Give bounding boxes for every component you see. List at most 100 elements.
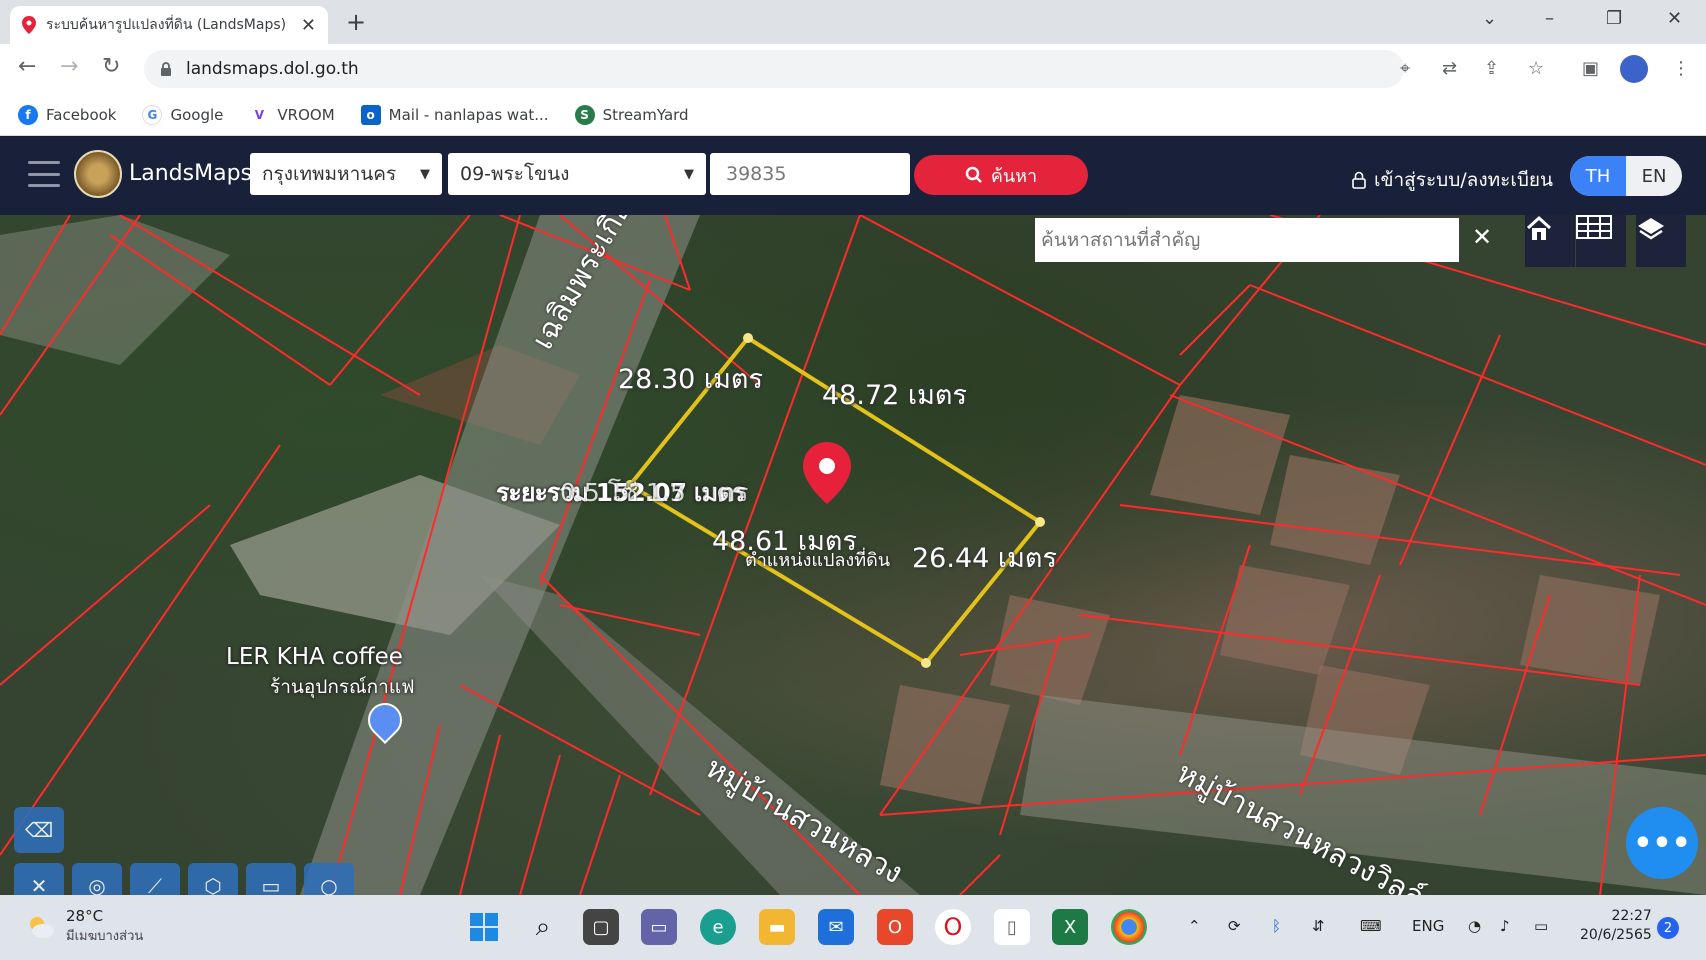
bookmark-label: Mail - nanlapas wat...	[388, 105, 549, 124]
lock-icon	[161, 61, 171, 76]
eraser-icon: ⌫	[24, 818, 54, 842]
home-button[interactable]	[1525, 215, 1575, 267]
profile-avatar[interactable]	[1620, 55, 1648, 83]
search-taskbar-icon[interactable]: ⌕	[525, 909, 561, 945]
house-roof	[1150, 395, 1290, 515]
minimize-icon[interactable]: –	[1545, 8, 1554, 29]
location-icon[interactable]: ⌖	[1400, 58, 1410, 79]
brand-name: LandsMaps	[129, 161, 252, 186]
eraser-tool-button[interactable]: ⌫	[14, 807, 64, 853]
outlook-icon: o	[360, 104, 381, 125]
partly-cloudy-icon	[30, 916, 54, 938]
translate-icon[interactable]: ⇄	[1442, 58, 1457, 79]
wifi-icon[interactable]: ◔	[1468, 917, 1481, 935]
place-search-input[interactable]	[1035, 218, 1459, 262]
rectangle-icon: ▭	[261, 874, 281, 895]
hamburger-menu-icon[interactable]	[28, 161, 60, 187]
battery-icon[interactable]: ▭	[1534, 917, 1548, 935]
new-tab-icon[interactable]: +	[346, 8, 366, 36]
bookmark-streamyard[interactable]: S StreamYard	[574, 104, 689, 125]
login-link[interactable]: เข้าสู่ระบบ/ลงทะเบียน	[1352, 165, 1553, 195]
marker-tool-button[interactable]: ◎	[72, 863, 122, 895]
search-button[interactable]: ค้นหา	[914, 155, 1088, 195]
bookmarks-bar: f Facebook G Google V VROOM o Mail - nanlapa…	[0, 94, 1706, 136]
address-bar[interactable]: landsmaps.dol.go.th	[144, 50, 1404, 88]
bookmark-facebook[interactable]: f Facebook	[18, 104, 116, 125]
house-roof	[1520, 575, 1660, 685]
side-panel-icon[interactable]: ▣	[1582, 58, 1599, 79]
measure-bottom-right: 26.44 เมตร	[912, 543, 1057, 574]
office-app-icon[interactable]: O	[877, 909, 913, 945]
volume-icon[interactable]: ♪	[1500, 917, 1510, 935]
bookmark-vroom[interactable]: V VROOM	[249, 104, 335, 125]
bookmark-label: Google	[170, 105, 224, 124]
network-activity-icon[interactable]: ⇵	[1312, 917, 1325, 935]
circle-icon: ○	[320, 874, 338, 895]
lang-th-button[interactable]: TH	[1570, 156, 1626, 196]
polygon-icon: ⬡	[204, 874, 222, 895]
bookmark-label: StreamYard	[602, 105, 689, 124]
ellipsis-icon: •••	[1633, 825, 1691, 861]
forward-icon[interactable]: →	[60, 54, 78, 79]
poi-name[interactable]: LER KHA coffee	[226, 644, 403, 670]
measure-top-right: 48.72 เมตร	[822, 380, 967, 411]
clock-time: 22:27	[1611, 908, 1652, 924]
parcel-location-label: ตำแหน่งแปลงที่ดิน	[745, 550, 891, 571]
notepad-icon[interactable]: ▯	[994, 909, 1030, 945]
layers-button[interactable]	[1636, 215, 1686, 267]
bookmark-google[interactable]: G Google	[142, 104, 224, 125]
edge-browser-icon[interactable]: e	[700, 909, 736, 945]
keyboard-icon[interactable]: ⌨	[1360, 917, 1382, 935]
opera-browser-icon[interactable]: O	[935, 909, 971, 945]
google-icon: G	[142, 104, 163, 125]
more-options-button[interactable]: •••	[1626, 807, 1698, 879]
menu-kebab-icon[interactable]: ⋮	[1672, 58, 1690, 79]
rectangle-tool-button[interactable]: ▭	[246, 863, 296, 895]
clock-date: 20/6/2565	[1580, 927, 1652, 943]
language-toggle: TH EN	[1570, 156, 1682, 196]
parcel-number-input[interactable]	[710, 153, 910, 195]
share-icon[interactable]: ⇪	[1484, 58, 1499, 79]
province-value: กรุงเทพมหานคร	[262, 163, 397, 185]
file-explorer-icon[interactable]: ▬	[759, 909, 795, 945]
clear-search-icon[interactable]: ✕	[1472, 223, 1492, 251]
weather-widget[interactable]: 28°C มีเมฆบางส่วน	[26, 907, 143, 946]
grid-button[interactable]	[1576, 215, 1626, 267]
reload-icon[interactable]: ↻	[102, 54, 120, 79]
back-icon[interactable]: ←	[18, 54, 36, 79]
province-select[interactable]: กรุงเทพมหานคร ▼	[250, 153, 442, 195]
teams-chat-icon[interactable]: ▭	[641, 909, 677, 945]
bookmark-mail[interactable]: o Mail - nanlapas wat...	[360, 104, 549, 125]
start-menu-icon[interactable]	[466, 909, 502, 945]
search-button-label: ค้นหา	[990, 165, 1038, 187]
sync-icon[interactable]: ⟳	[1228, 917, 1241, 935]
restore-icon[interactable]: ❐	[1606, 8, 1622, 29]
map-pin-favicon-icon	[22, 16, 36, 34]
parcel-location-pin-icon[interactable]	[803, 442, 851, 504]
tab-close-icon[interactable]: ✕	[301, 15, 316, 36]
chevron-down-icon: ▼	[420, 166, 430, 182]
ruler-tool-button[interactable]: ✕	[14, 863, 64, 895]
show-hidden-icons-icon[interactable]: ⌃	[1188, 917, 1201, 935]
window-close-icon[interactable]: ✕	[1667, 8, 1682, 29]
bluetooth-icon[interactable]: ᛒ	[1272, 917, 1281, 935]
input-language[interactable]: ENG	[1412, 917, 1444, 935]
windows-taskbar: 28°C มีเมฆบางส่วน ⌕ ▢ ▭ e ▬ ✉ O O ▯ X ⌃ …	[0, 895, 1706, 960]
bookmark-label: VROOM	[277, 105, 335, 124]
polygon-tool-button[interactable]: ⬡	[188, 863, 238, 895]
system-clock[interactable]: 22:27 20/6/2565	[1580, 907, 1652, 945]
bookmark-star-icon[interactable]: ☆	[1528, 58, 1544, 79]
browser-tab[interactable]: ระบบค้นหารูปแปลงที่ดิน (LandsMaps) ✕	[10, 6, 328, 44]
tab-search-chevron-icon[interactable]: ⌄	[1482, 8, 1497, 29]
lang-en-button[interactable]: EN	[1626, 156, 1682, 196]
chrome-browser-icon[interactable]	[1111, 909, 1147, 945]
excel-app-icon[interactable]: X	[1052, 909, 1088, 945]
task-view-icon[interactable]: ▢	[583, 909, 619, 945]
district-select[interactable]: 09-พระโขนง ▼	[448, 153, 706, 195]
mail-app-icon[interactable]: ✉	[818, 909, 854, 945]
map-canvas[interactable]: เฉลิมพระเกียรติ 9 แยก 14 หมู่บ้านสวนหลวง…	[0, 215, 1706, 895]
circle-tool-button[interactable]: ○	[304, 863, 354, 895]
notification-badge[interactable]: 2	[1657, 917, 1679, 939]
line-tool-button[interactable]: ⟋	[130, 863, 180, 895]
polyline-icon: ⟋	[148, 874, 162, 895]
